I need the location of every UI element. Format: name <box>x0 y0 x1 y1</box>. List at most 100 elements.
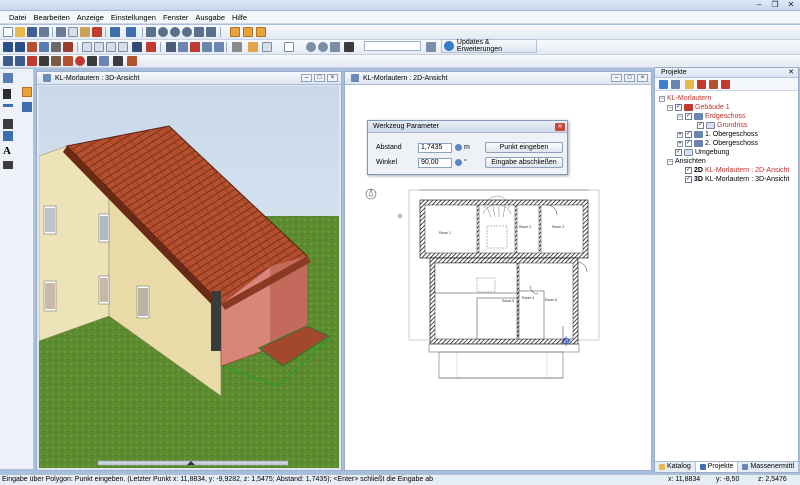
max-2d-icon[interactable]: □ <box>624 74 635 82</box>
column-icon[interactable] <box>15 56 25 66</box>
rotate-icon[interactable] <box>214 42 224 52</box>
remove-icon[interactable] <box>697 80 706 89</box>
rect-icon[interactable] <box>22 102 32 112</box>
building-icon[interactable] <box>709 80 718 89</box>
tools-icon[interactable] <box>166 42 176 52</box>
line-icon[interactable] <box>3 104 13 107</box>
tab-projekte[interactable]: Projekte <box>695 462 739 472</box>
tree-grundriss[interactable]: ✓ Grundriss <box>697 121 747 130</box>
snap-icon[interactable] <box>243 27 253 37</box>
layer-combo[interactable] <box>364 41 421 51</box>
copy-icon[interactable] <box>68 27 78 37</box>
redo-icon[interactable] <box>126 27 136 37</box>
zoom-prev-icon[interactable] <box>194 27 204 37</box>
window-icon[interactable] <box>39 56 49 66</box>
blank-icon[interactable] <box>284 42 294 52</box>
polygon-icon[interactable] <box>22 87 32 97</box>
tree-building[interactable]: − ✓ Gebäude 1 <box>667 103 730 112</box>
zoom-out-icon[interactable] <box>170 27 180 37</box>
panel-icon[interactable] <box>262 42 272 52</box>
winkel-input[interactable]: 90,00 <box>418 158 452 168</box>
pattern-icon[interactable] <box>344 42 354 52</box>
close-view-icon[interactable]: × <box>327 74 338 82</box>
hatch-icon[interactable] <box>3 161 13 169</box>
min-2d-icon[interactable]: – <box>611 74 622 82</box>
node-icon[interactable] <box>3 131 13 141</box>
zoom-in-icon[interactable] <box>158 27 168 37</box>
pen-icon[interactable] <box>27 42 37 52</box>
tree-view-3d[interactable]: ✓ 3D KL-Morlautern : 3D-Ansicht <box>685 175 789 184</box>
stair-icon[interactable] <box>51 56 61 66</box>
save-icon[interactable] <box>27 27 37 37</box>
eingabe-abschliessen-button[interactable]: Eingabe abschließen <box>485 157 563 168</box>
close-2d-icon[interactable]: × <box>637 74 648 82</box>
tree-root[interactable]: − KL-Morlautern <box>659 94 711 103</box>
link-icon[interactable] <box>306 42 316 52</box>
punkt-eingeben-button[interactable]: Punkt eingeben <box>485 142 563 153</box>
winkel-spin-icon[interactable] <box>455 159 462 166</box>
min-icon[interactable]: – <box>301 74 312 82</box>
minimize-icon[interactable]: – <box>752 0 766 9</box>
text-tool-icon[interactable]: A <box>3 145 15 157</box>
abstand-spin-icon[interactable] <box>455 144 462 151</box>
max-icon[interactable]: □ <box>314 74 325 82</box>
menu-bearbeiten[interactable]: Bearbeiten <box>34 13 70 22</box>
dimension-icon[interactable] <box>113 56 123 66</box>
room-icon[interactable] <box>99 56 109 66</box>
tree-og1[interactable]: + ✓ 1. Obergeschoss <box>677 130 758 139</box>
view-3d-icon[interactable] <box>15 42 25 52</box>
measure-icon[interactable] <box>39 42 49 52</box>
tab-massenermittlung[interactable]: Massenermittl <box>738 462 800 472</box>
menu-ausgabe[interactable]: Ausgabe <box>195 13 225 22</box>
curve-icon[interactable] <box>3 119 13 129</box>
view-2d-icon[interactable] <box>3 42 13 52</box>
mode-icon[interactable] <box>3 73 13 83</box>
tree-erdgeschoss[interactable]: − ✓ Erdgeschoss <box>677 112 745 121</box>
marker-icon[interactable] <box>146 42 156 52</box>
layout-icon[interactable] <box>94 42 104 52</box>
group-icon[interactable] <box>330 42 340 52</box>
wall-icon[interactable] <box>3 56 13 66</box>
cube-icon[interactable] <box>232 42 242 52</box>
scene-3d[interactable] <box>39 86 339 468</box>
menu-einstellungen[interactable]: Einstellungen <box>111 13 156 22</box>
text-icon[interactable] <box>118 42 128 52</box>
abstand-input[interactable]: 1,7435 <box>418 143 452 153</box>
lock-icon[interactable] <box>132 42 142 52</box>
unlink-icon[interactable] <box>318 42 328 52</box>
erase-icon[interactable] <box>190 42 200 52</box>
roof-icon[interactable] <box>63 56 73 66</box>
open-icon[interactable] <box>15 27 25 37</box>
abc-icon[interactable] <box>671 80 680 89</box>
object-icon[interactable] <box>75 56 85 66</box>
tree-og2[interactable]: + ✓ 2. Obergeschoss <box>677 139 758 148</box>
camera-icon[interactable] <box>51 42 61 52</box>
tree-ansichten[interactable]: − Ansichten <box>667 157 706 166</box>
folder-icon[interactable] <box>685 80 694 89</box>
light-icon[interactable] <box>248 42 258 52</box>
select-icon[interactable] <box>178 42 188 52</box>
pointer-icon[interactable] <box>3 89 11 99</box>
menu-fenster[interactable]: Fenster <box>163 13 188 22</box>
delete-icon[interactable] <box>92 27 102 37</box>
tab-katalog[interactable]: Katalog <box>655 462 696 472</box>
move-icon[interactable] <box>202 42 212 52</box>
layer-icon[interactable] <box>82 42 92 52</box>
door-icon[interactable] <box>27 56 37 66</box>
ortho-icon[interactable] <box>256 27 266 37</box>
panel-close-icon[interactable]: ✕ <box>787 69 795 77</box>
dialog-close-icon[interactable]: ✕ <box>555 123 565 131</box>
table-icon[interactable] <box>106 42 116 52</box>
paste-icon[interactable] <box>80 27 90 37</box>
render-icon[interactable] <box>63 42 73 52</box>
pan-icon[interactable] <box>206 27 216 37</box>
tree-view-2d[interactable]: ✓ 2D KL-Morlautern : 2D-Ansicht <box>685 166 789 175</box>
terrain-icon[interactable] <box>127 56 137 66</box>
new-icon[interactable] <box>3 27 13 37</box>
menu-anzeige[interactable]: Anzeige <box>77 13 104 22</box>
print-icon[interactable] <box>39 27 49 37</box>
zoom-window-icon[interactable] <box>146 27 156 37</box>
tree-umgebung[interactable]: ✓ Umgebung <box>675 148 729 157</box>
car-icon[interactable] <box>721 80 730 89</box>
horizontal-scrollbar[interactable] <box>43 459 339 466</box>
